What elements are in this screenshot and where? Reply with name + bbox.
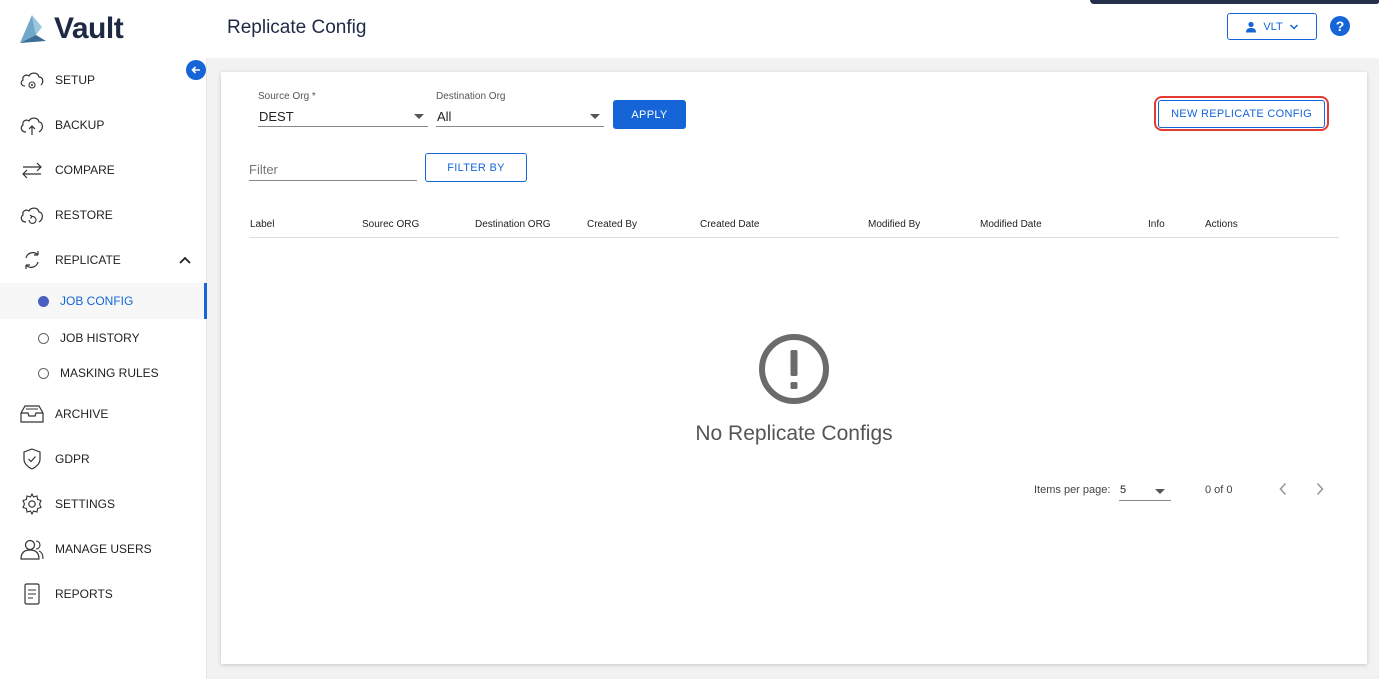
replicate-icon — [19, 247, 45, 273]
column-header-destination-org[interactable]: Destination ORG — [475, 219, 551, 230]
sidebar-item-archive[interactable]: ARCHIVE — [0, 394, 207, 434]
top-decoration-bar — [1090, 0, 1379, 4]
pagination-range: 0 of 0 — [1205, 484, 1233, 496]
column-header-modified-by[interactable]: Modified By — [868, 219, 920, 230]
document-icon — [19, 581, 45, 607]
top-bar: Vault Replicate Config VLT ? — [0, 0, 1379, 58]
cloud-gear-icon — [19, 67, 45, 93]
sidebar-item-compare[interactable]: COMPARE — [0, 150, 207, 190]
page-title: Replicate Config — [227, 17, 367, 38]
items-per-page-value: 5 — [1120, 484, 1127, 496]
sidebar-subitem-masking-rules[interactable]: MASKING RULES — [0, 355, 207, 391]
sidebar-item-backup[interactable]: BACKUP — [0, 105, 207, 145]
user-menu-button[interactable]: VLT — [1227, 13, 1317, 40]
chevron-left-icon — [1279, 482, 1287, 496]
app-logo[interactable]: Vault — [16, 12, 124, 46]
sidebar-item-restore[interactable]: RESTORE — [0, 195, 207, 235]
column-header-created-date[interactable]: Created Date — [700, 219, 759, 230]
source-org-select[interactable]: DEST — [258, 103, 428, 127]
sidebar-subitem-label: JOB CONFIG — [60, 294, 134, 308]
users-icon — [19, 536, 45, 562]
sidebar-item-reports[interactable]: REPORTS — [0, 574, 207, 614]
sidebar-item-label: ARCHIVE — [55, 407, 109, 421]
caret-down-icon — [1155, 489, 1165, 494]
sidebar-item-label: REPORTS — [55, 587, 113, 601]
cloud-restore-icon — [19, 202, 45, 228]
help-icon[interactable]: ? — [1330, 16, 1350, 36]
caret-down-icon — [590, 114, 600, 119]
chevron-right-icon — [1316, 482, 1324, 496]
sidebar-item-replicate[interactable]: REPLICATE — [0, 240, 207, 280]
sidebar-item-label: REPLICATE — [55, 253, 121, 267]
caret-down-icon — [414, 114, 424, 119]
source-org-value: DEST — [259, 109, 294, 124]
filter-by-button[interactable]: FILTER BY — [425, 153, 527, 182]
new-replicate-config-button[interactable]: NEW REPLICATE CONFIG — [1158, 100, 1325, 128]
sidebar-item-settings[interactable]: SETTINGS — [0, 484, 207, 524]
destination-org-label: Destination Org — [436, 91, 506, 102]
column-header-modified-date[interactable]: Modified Date — [980, 219, 1042, 230]
destination-org-value: All — [437, 109, 452, 124]
sidebar-item-setup[interactable]: SETUP — [0, 60, 207, 100]
radio-circle-icon — [38, 332, 49, 344]
cloud-upload-icon — [19, 112, 45, 138]
filter-input[interactable] — [249, 154, 417, 181]
sidebar-item-label: GDPR — [55, 452, 90, 466]
sidebar-subitem-job-config[interactable]: JOB CONFIG — [0, 283, 207, 319]
column-header-info: Info — [1148, 219, 1165, 230]
sidebar-subitem-label: MASKING RULES — [60, 366, 159, 380]
shield-check-icon — [19, 446, 45, 472]
sidebar-item-label: SETUP — [55, 73, 96, 87]
sidebar-subitem-label: JOB HISTORY — [60, 331, 140, 345]
user-name: VLT — [1263, 20, 1283, 33]
gear-icon — [19, 491, 45, 517]
sidebar-item-manage-users[interactable]: MANAGE USERS — [0, 529, 207, 569]
sidebar-item-gdpr[interactable]: GDPR — [0, 439, 207, 479]
sidebar-item-label: BACKUP — [55, 118, 105, 132]
arrows-compare-icon — [19, 157, 45, 183]
sidebar-subitem-job-history[interactable]: JOB HISTORY — [0, 320, 207, 356]
sidebar-item-label: COMPARE — [55, 163, 115, 177]
archive-box-icon — [19, 401, 45, 427]
table-header: Label Sourec ORG Destination ORG Created… — [249, 216, 1339, 238]
sidebar-item-label: MANAGE USERS — [55, 542, 152, 556]
column-header-source-org[interactable]: Sourec ORG — [362, 219, 419, 230]
exclamation-circle-icon — [759, 334, 829, 404]
previous-page-button[interactable] — [1275, 481, 1291, 497]
vault-logo-icon — [20, 15, 46, 43]
apply-button[interactable]: APPLY — [613, 100, 686, 129]
chevron-down-icon — [1289, 23, 1298, 30]
column-header-created-by[interactable]: Created By — [587, 219, 637, 230]
next-page-button[interactable] — [1312, 481, 1328, 497]
sidebar-item-label: RESTORE — [55, 208, 113, 222]
arrow-left-icon — [191, 66, 200, 74]
user-icon — [1246, 21, 1257, 32]
radio-circle-icon — [38, 367, 49, 379]
source-org-label: Source Org * — [258, 91, 316, 102]
active-dot-icon — [38, 295, 49, 307]
column-header-actions: Actions — [1205, 219, 1238, 230]
empty-state-message: No Replicate Configs — [695, 422, 893, 445]
chevron-up-icon — [179, 256, 191, 264]
destination-org-select[interactable]: All — [436, 103, 604, 127]
items-per-page-select[interactable]: 5 — [1119, 481, 1171, 501]
brand-name: Vault — [54, 12, 124, 45]
sidebar-item-label: SETTINGS — [55, 497, 116, 511]
column-header-label[interactable]: Label — [250, 219, 274, 230]
items-per-page-label: Items per page: — [1034, 484, 1111, 496]
collapse-sidebar-button[interactable] — [186, 60, 206, 80]
